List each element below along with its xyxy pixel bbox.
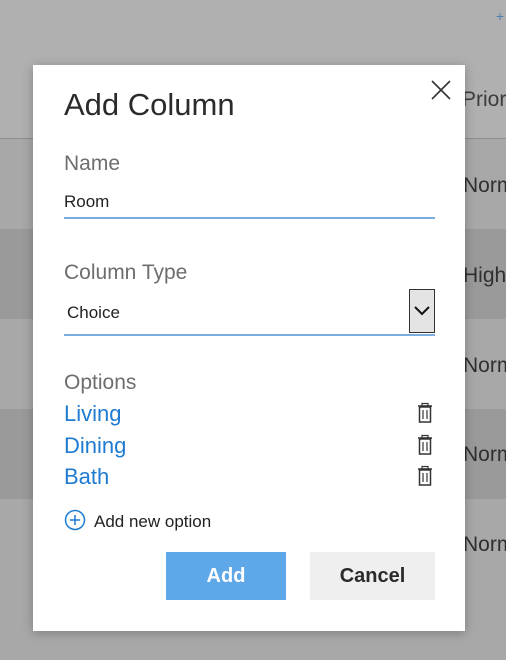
options-label: Options — [64, 371, 137, 394]
close-button[interactable] — [427, 76, 455, 104]
option-label-bath[interactable]: Bath — [64, 464, 109, 490]
delete-option-button[interactable] — [415, 402, 435, 424]
plus-circle-icon — [64, 509, 86, 531]
add-column-dialog: Add Column Name Column Type Choice Optio… — [33, 65, 465, 631]
option-label-dining[interactable]: Dining — [64, 433, 126, 459]
trash-icon — [418, 434, 432, 455]
chevron-down-icon — [414, 306, 430, 316]
column-type-select[interactable]: Choice — [64, 289, 435, 336]
delete-option-button[interactable] — [415, 434, 435, 456]
add-button[interactable]: Add — [166, 552, 286, 600]
trash-icon — [418, 402, 432, 423]
delete-option-button[interactable] — [415, 465, 435, 487]
name-input[interactable] — [64, 187, 435, 219]
close-icon — [431, 80, 451, 100]
background-column-header: Prior — [462, 88, 506, 111]
dialog-title: Add Column — [64, 87, 235, 122]
background-row-priority: Norm — [463, 443, 506, 466]
trash-icon — [418, 465, 432, 486]
option-item: Dining — [64, 433, 432, 463]
background-row-priority: Norm — [463, 533, 506, 556]
cancel-button[interactable]: Cancel — [310, 552, 435, 600]
background-row-priority: Norm — [463, 174, 506, 197]
background-add-icon: + — [495, 8, 504, 24]
name-label: Name — [64, 152, 121, 175]
option-label-living[interactable]: Living — [64, 401, 121, 427]
column-type-label: Column Type — [64, 261, 188, 284]
option-item: Bath — [64, 464, 432, 494]
background-row-priority: Norm — [463, 354, 506, 377]
column-type-value: Choice — [67, 303, 120, 322]
background-row-priority: High — [463, 264, 506, 287]
add-new-option-label: Add new option — [94, 512, 212, 531]
option-item: Living — [64, 401, 432, 431]
dropdown-button[interactable] — [409, 289, 435, 333]
